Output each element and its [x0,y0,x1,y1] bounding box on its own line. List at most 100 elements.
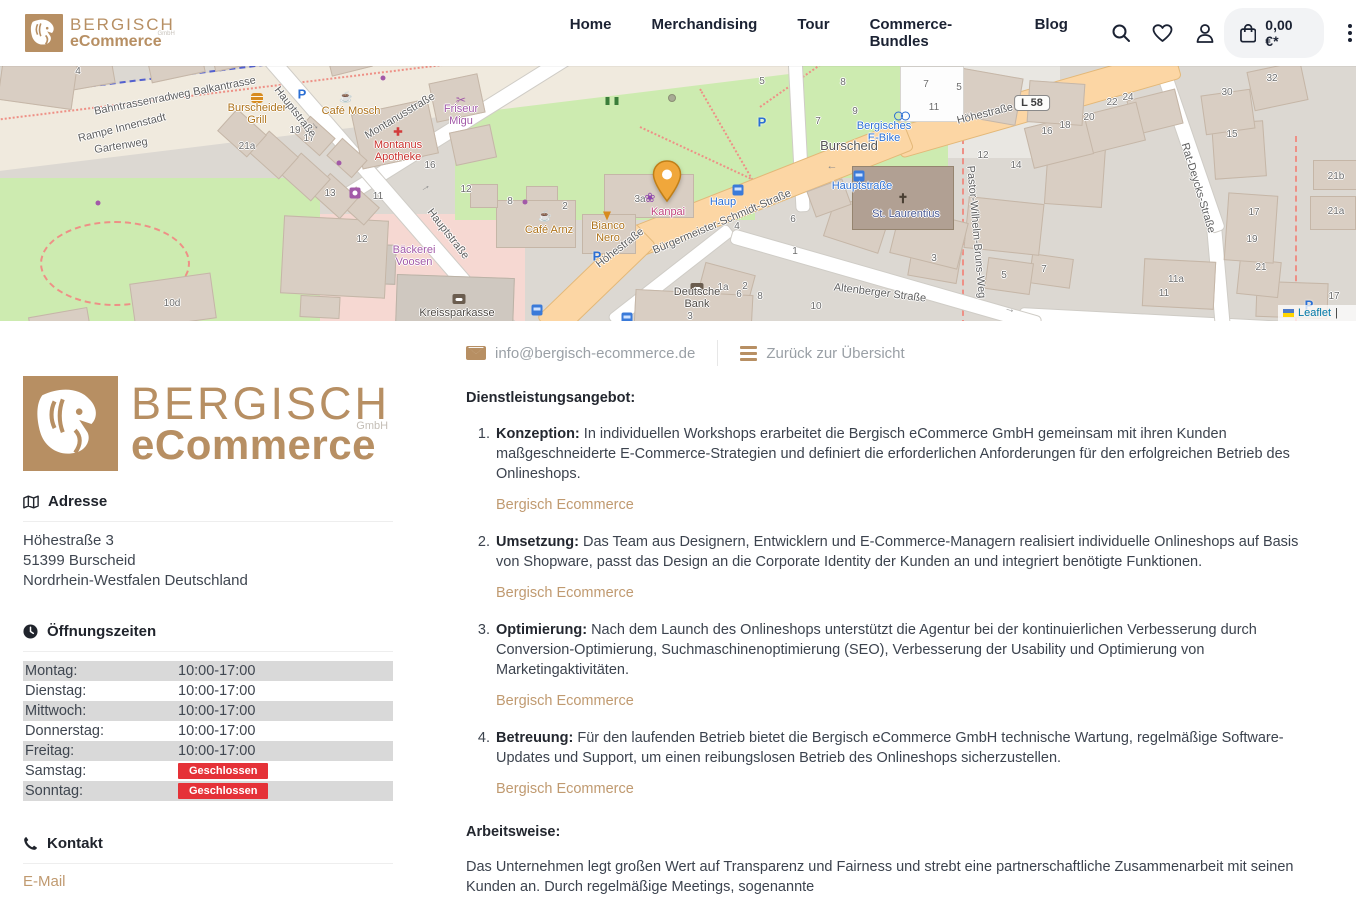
hours-time: 10:00-17:00 [178,703,255,719]
map-location-marker[interactable] [652,160,682,207]
service-number: 2. [466,532,496,602]
map-house-number: 21 [1255,262,1266,274]
map-p-icon [758,115,767,130]
map-house-number: 9 [852,106,858,118]
map-cross-icon [393,126,402,139]
map-house-number: 2 [742,281,748,293]
nav-item-commerce-bundles[interactable]: Commerce-Bundles [870,16,995,50]
service-text: Konzeption: In individuellen Workshops e… [496,424,1321,484]
back-to-overview-link[interactable]: Zurück zur Übersicht [740,345,904,362]
map-poi-label: Haup [710,196,736,208]
clock-icon [23,624,38,639]
more-menu-icon[interactable] [1344,20,1356,46]
map-p-icon [298,87,307,102]
account-icon[interactable] [1194,22,1216,44]
service-link[interactable]: Bergisch Ecommerce [496,781,634,797]
main-nav: Home Merchandising Tour Commerce-Bundles Blo… [570,16,1068,50]
store-detail-page: BERGISCH eCommerce GmbH Adresse Höhestra… [0,321,1356,873]
workflow-text: Das Unternehmen legt großen Wert auf Tra… [466,857,1306,897]
header: BERGISCH eCommerce GmbH Home Merchandisin… [0,0,1356,66]
map-building [984,257,1034,295]
nav-item-tour[interactable]: Tour [797,16,829,50]
map-house-number: 7 [923,79,929,91]
search-icon[interactable] [1110,22,1132,44]
map-bus-icon [532,305,543,316]
map-house-number: 5 [759,76,765,88]
hours-time: 10:00-17:00 [178,683,255,699]
service-number: 3. [466,620,496,710]
hours-row: Dienstag:10:00-17:00 [23,681,393,701]
map-house-number: 32 [1266,73,1277,85]
map-poi-label: Kreissparkasse [419,307,494,319]
map-house-number: 12 [460,184,471,196]
map-poi-label: Café Arnz [525,224,573,236]
map-poi-label: Burscheid [820,140,878,152]
nav-item-merchandising[interactable]: Merchandising [651,16,757,50]
hours-day: Samstag: [23,763,178,779]
map-poi-label: Hauptstraße [832,180,893,192]
phone-icon [23,836,38,851]
store-brand-line1: BERGISCH [131,381,390,426]
hours-heading: Öffnungszeiten [23,623,393,640]
address-line: Nordrhein-Westfalen Deutschland [23,571,393,591]
route-ref-badge: L 58 [1014,95,1050,111]
address-line: Höhestraße 3 [23,531,393,551]
map-house-number: 3 [687,311,693,321]
cart-button[interactable]: 0,00 €* [1224,8,1324,58]
map-building [1224,192,1279,263]
service-number: 4. [466,728,496,798]
map-house-number: 7 [815,116,821,128]
map-poi-label: Bäckerei Voosen [393,244,436,268]
store-locator-map[interactable]: →→→←171111a21191721a21b15323024222018161… [0,66,1356,321]
sidebar-email-link[interactable]: E-Mail [23,873,66,890]
service-link[interactable]: Bergisch Ecommerce [496,585,634,601]
map-attribution: Leaflet | [1278,305,1356,321]
service-link[interactable]: Bergisch Ecommerce [496,693,634,709]
map-house-number: 16 [1041,126,1052,138]
map-house-number: 6 [790,214,796,226]
map-house-number: 10d [164,298,181,310]
hours-day: Dienstag: [23,683,178,699]
service-number: 1. [466,424,496,514]
store-brand-suffix: GmbH [356,421,388,432]
store-description: info@bergisch-ecommerce.de Zurück zur Üb… [466,340,1341,897]
map-building [280,215,389,298]
service-item: 1.Konzeption: In individuellen Workshops… [466,424,1341,514]
hours-day: Sonntag: [23,783,178,799]
map-poi-label: Deutsche Bank [674,286,720,310]
nav-item-home[interactable]: Home [570,16,612,50]
hours-row: Sonntag:Geschlossen [23,781,393,801]
hours-time: 10:00-17:00 [178,743,255,759]
map-house-number: 11 [1159,288,1169,300]
map-house-number: 17 [1248,207,1259,219]
map-house-number: 11a [1168,274,1184,286]
leaflet-link[interactable]: Leaflet [1298,307,1331,319]
hours-day: Donnerstag: [23,723,178,739]
hours-time: 10:00-17:00 [178,723,255,739]
header-logo[interactable]: BERGISCH eCommerce GmbH [25,14,175,52]
map-poi-label: St. Laurentius [872,208,940,220]
ukraine-flag-icon [1283,309,1294,317]
address-heading: Adresse [23,493,393,510]
closed-badge: Geschlossen [178,763,268,779]
map-dot-icon [523,200,528,205]
wishlist-heart-icon[interactable] [1152,22,1174,44]
map-house-number: 5 [1001,270,1007,282]
cart-bag-icon [1240,24,1256,43]
map-house-number: 2 [562,201,568,213]
map-building [1028,253,1074,289]
list-icon [740,346,757,361]
email-contact[interactable]: info@bergisch-ecommerce.de [466,345,695,362]
map-house-number: 8 [757,291,763,303]
service-link[interactable]: Bergisch Ecommerce [496,497,634,513]
map-house-number: 30 [1221,87,1232,99]
store-info-sidebar: BERGISCH eCommerce GmbH Adresse Höhestra… [23,376,393,891]
lion-logo-icon [25,14,63,52]
map-house-number: 21a [1328,206,1345,218]
workflow-heading: Arbeitsweise: [466,824,1341,840]
map-poi-label: Café Mosch [322,105,381,117]
map-icon [23,495,39,509]
nav-item-blog[interactable]: Blog [1035,16,1068,50]
map-dot-icon [381,76,386,81]
map-house-number: 3 [931,253,937,265]
